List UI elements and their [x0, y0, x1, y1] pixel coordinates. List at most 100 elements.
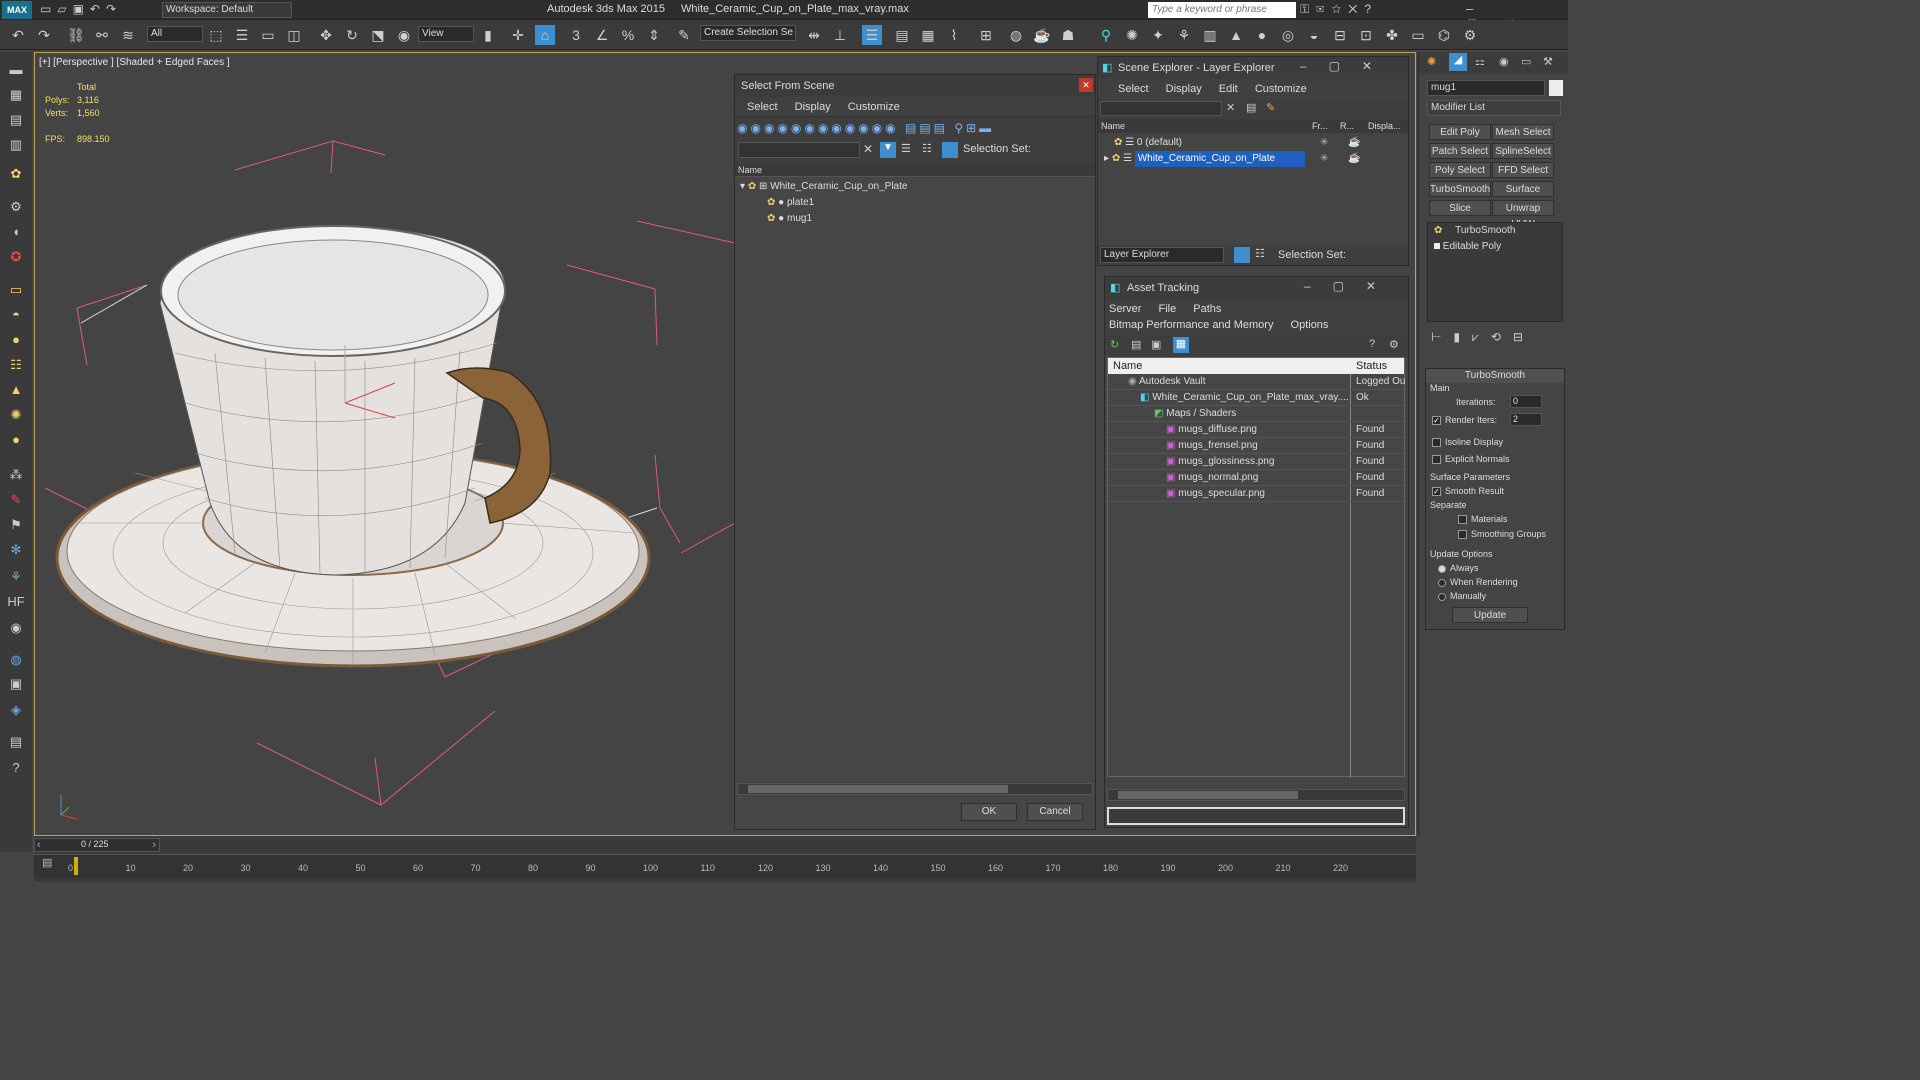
- selection-filter[interactable]: All: [147, 26, 203, 42]
- script-icon[interactable]: ▤: [6, 732, 26, 752]
- vray-lights-icon[interactable]: ✤: [1382, 25, 1402, 45]
- track-bar[interactable]: 0 10 20 30 40 50 60 70 80 90 100 110 120 130 140 150 160…: [34, 854, 1416, 878]
- selection-set-icon[interactable]: [942, 142, 958, 158]
- infocenter-icons[interactable]: ⚿✉☆✕?: [1300, 2, 1378, 17]
- menu-select[interactable]: Select: [747, 97, 778, 117]
- cloth-icon[interactable]: ⚑: [6, 515, 26, 535]
- spot-icon[interactable]: ☷: [6, 355, 26, 375]
- col-name[interactable]: Name: [1101, 119, 1125, 133]
- window-controls[interactable]: –▢✕: [1304, 279, 1398, 293]
- help-icon[interactable]: ?: [1369, 338, 1375, 350]
- rotate-icon[interactable]: ↻: [342, 25, 362, 45]
- track-view-icon[interactable]: ▤: [42, 856, 52, 869]
- undo-icon[interactable]: ↶: [8, 25, 28, 45]
- light-bulb-icon[interactable]: ✿: [6, 164, 26, 184]
- cup-on-plate-model[interactable]: [35, 53, 735, 837]
- globe-icon[interactable]: ◍: [6, 650, 26, 670]
- smooth-result-checkbox[interactable]: ✓ Smooth Result: [1432, 486, 1504, 497]
- asset-row[interactable]: ◩ Maps / Shaders: [1108, 406, 1404, 422]
- render-frame-icon[interactable]: ▣: [6, 674, 26, 694]
- col-name[interactable]: Name: [1113, 358, 1142, 374]
- box-icon[interactable]: ▦: [6, 85, 26, 105]
- new-layer-icon[interactable]: ▤: [1246, 101, 1256, 114]
- grid-icon[interactable]: ▥: [6, 135, 26, 155]
- vray-sphere-icon[interactable]: ●: [1252, 25, 1272, 45]
- close-icon[interactable]: ✕: [1079, 78, 1093, 92]
- select-manipulate-icon[interactable]: ✛: [508, 25, 528, 45]
- asset-row[interactable]: ◉ Autodesk Vault Logged Ou: [1108, 374, 1406, 390]
- horizontal-scrollbar[interactable]: [737, 783, 1093, 795]
- update-button[interactable]: Update: [1452, 607, 1528, 623]
- menu-paths[interactable]: Paths: [1193, 301, 1221, 317]
- hierarchy-icon[interactable]: ☷: [922, 142, 932, 155]
- vray-car-icon[interactable]: ⌬: [1434, 25, 1454, 45]
- select-by-name-icon[interactable]: ☰: [232, 25, 252, 45]
- ffd-select-button[interactable]: FFD Select: [1492, 162, 1554, 178]
- render-iters-row[interactable]: ✓ Render Iters:: [1432, 415, 1497, 426]
- spline-select-button[interactable]: SplineSelect: [1492, 143, 1554, 159]
- turbosmooth-button[interactable]: TurboSmooth: [1429, 181, 1491, 197]
- when-rendering-radio[interactable]: When Rendering: [1438, 577, 1518, 587]
- mesh-select-button[interactable]: Mesh Select: [1492, 124, 1554, 140]
- cancel-button[interactable]: Cancel: [1027, 803, 1083, 821]
- prev-frame-icon[interactable]: ‹: [37, 839, 41, 851]
- render-iters-spinner[interactable]: 2: [1510, 413, 1542, 426]
- refresh-icon[interactable]: ↻: [1110, 338, 1119, 351]
- material-editor-icon[interactable]: ◍: [1006, 25, 1026, 45]
- workspace-selector[interactable]: Workspace: Default: [162, 2, 292, 18]
- place-icon[interactable]: ◉: [394, 25, 414, 45]
- named-selection-sets[interactable]: Create Selection Se: [700, 25, 796, 41]
- menu-customize[interactable]: Customize: [1255, 79, 1307, 99]
- select-object-icon[interactable]: ⬚: [206, 25, 226, 45]
- tree-row-plate[interactable]: ✿ ● plate1: [735, 195, 1095, 211]
- col-freeze[interactable]: Fr...: [1312, 119, 1328, 133]
- unwrap-uvw-button[interactable]: Unwrap UVW: [1492, 200, 1554, 230]
- gear-icon[interactable]: ✻: [6, 540, 26, 560]
- reference-coordinate-system[interactable]: View: [418, 26, 474, 42]
- camera-icon[interactable]: ⚙: [6, 197, 26, 217]
- explorer-type-combo[interactable]: Layer Explorer: [1100, 247, 1224, 263]
- modifier-list[interactable]: Modifier List: [1427, 100, 1561, 116]
- layer-row-cup[interactable]: ▸ ✿ ☰ White_Ceramic_Cup_on_Plate ✳ ☕: [1098, 151, 1408, 167]
- isoline-display-checkbox[interactable]: Isoline Display: [1432, 437, 1503, 448]
- iterations-spinner[interactable]: 0: [1510, 395, 1542, 408]
- percent-snap-icon[interactable]: %: [618, 25, 638, 45]
- ies-icon[interactable]: ●: [6, 430, 26, 450]
- help-icon[interactable]: ?: [6, 758, 26, 778]
- stack-item-editable-poly[interactable]: Editable Poly: [1428, 239, 1562, 255]
- sheet-icon[interactable]: ▤: [6, 110, 26, 130]
- vray-mesh-icon[interactable]: ⊟: [1330, 25, 1350, 45]
- sphere-icon[interactable]: ●: [6, 330, 26, 350]
- rollout-title[interactable]: TurboSmooth: [1426, 369, 1564, 383]
- display-tab-icon[interactable]: ▭: [1521, 55, 1531, 68]
- vray-plane-icon[interactable]: ▲: [1226, 25, 1246, 45]
- light-icon[interactable]: ⚲: [1096, 25, 1116, 45]
- snaps-toggle-icon[interactable]: 3: [566, 25, 586, 45]
- sun-icon[interactable]: ✺: [1122, 25, 1142, 45]
- vray-toolbar-icon[interactable]: ▭: [1408, 25, 1428, 45]
- edit-poly-button[interactable]: Edit Poly: [1429, 124, 1491, 140]
- vray-camera-icon[interactable]: ◎: [1278, 25, 1298, 45]
- layers-icon[interactable]: ☰: [901, 142, 911, 155]
- window-crossing-icon[interactable]: ◫: [284, 25, 304, 45]
- vray-tools-icon[interactable]: ⚙: [1460, 25, 1480, 45]
- link-icon[interactable]: ⛓: [66, 25, 86, 45]
- utilities-tab-icon[interactable]: ⚒: [1543, 55, 1553, 68]
- render-icon[interactable]: ☗: [1058, 25, 1078, 45]
- thumbnail-icon[interactable]: ▣: [1151, 338, 1161, 351]
- menu-display[interactable]: Display: [1166, 79, 1202, 99]
- menu-display[interactable]: Display: [795, 97, 831, 117]
- stack-tools[interactable]: ⊢▮⩗⟲⊟: [1431, 330, 1535, 345]
- texture-icon[interactable]: ◉: [6, 618, 26, 638]
- tree-row-mug[interactable]: ✿ ● mug1: [735, 211, 1095, 227]
- app-logo[interactable]: MAX: [2, 1, 32, 19]
- search-input[interactable]: Type a keyword or phrase: [1148, 2, 1296, 18]
- render-setup-icon[interactable]: ☕: [1032, 25, 1052, 45]
- hierarchy-icon[interactable]: ☷: [1255, 247, 1265, 260]
- filter-toolbar[interactable]: ◉◉◉◉◉◉◉◉◉◉◉◉ ▤▤▤ ⚲⊞▬: [735, 117, 1095, 139]
- menu-customize[interactable]: Customize: [848, 97, 900, 117]
- vray-proxy-icon[interactable]: ⚘: [1174, 25, 1194, 45]
- menu-options[interactable]: Options: [1291, 317, 1329, 333]
- toggle-scene-explorer-icon[interactable]: ☰: [862, 25, 882, 45]
- filter-icon[interactable]: ▼: [880, 142, 896, 158]
